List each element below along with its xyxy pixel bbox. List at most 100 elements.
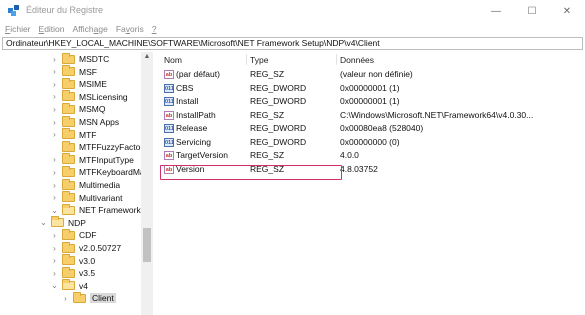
tree-item-label: MSIME [79,79,107,90]
chevron-right-icon[interactable]: › [50,67,59,76]
binary-value-icon: 011 [164,97,174,106]
tree-item[interactable]: › MSF [50,65,97,78]
maximize-button[interactable]: ☐ [514,0,550,22]
chevron-right-icon[interactable]: › [50,92,59,101]
value-row[interactable]: 011 Servicing REG_DWORD 0x00000000 (0) [156,136,585,149]
value-data: 4.0.0 [340,150,359,160]
chevron-right-icon[interactable]: › [50,155,59,164]
tree-item-label: MTF [79,129,97,140]
chevron-right-icon[interactable]: › [50,118,59,127]
tree-item-label: v4 [79,280,88,291]
tree-item[interactable]: › MSIME [50,77,107,90]
folder-icon [62,128,75,140]
tree-item-label: Multivariant [79,192,123,203]
menu-help[interactable]: ? [152,24,157,34]
value-name: Release [176,123,208,133]
tree-item-label: MSF [79,66,97,77]
column-divider[interactable] [246,54,247,65]
value-data: 0x00000001 (1) [340,96,400,106]
chevron-down-icon[interactable]: ⌄ [50,281,59,290]
chevron-down-icon[interactable]: ⌄ [50,206,59,215]
folder-icon [62,191,75,203]
chevron-right-icon[interactable]: › [50,80,59,89]
folder-icon [62,203,75,215]
scroll-up-icon[interactable]: ▲ [141,52,153,62]
tree-item[interactable]: › MTF [50,128,97,141]
tree-item[interactable]: › MSN Apps [50,115,120,128]
chevron-right-icon[interactable]: › [50,244,59,253]
scroll-thumb[interactable] [143,228,151,262]
chevron-right-icon[interactable]: › [50,130,59,139]
minimize-button[interactable]: — [478,0,514,22]
chevron-right-icon[interactable]: › [50,231,59,240]
tree-item[interactable]: › MTFInputType [50,153,134,166]
tree-item-label: v3.5 [79,268,96,279]
tree-item-label: Multimedia [79,180,121,190]
value-row[interactable]: 011 Install REG_DWORD 0x00000001 (1) [156,95,585,108]
tree-item[interactable]: ⌄ v4 [50,279,88,292]
tree-scrollbar[interactable]: ▲ [141,52,153,315]
tree-item[interactable]: MTFFuzzyFactors [50,140,148,153]
value-row[interactable]: ab TargetVersion REG_SZ 4.0.0 [156,149,585,162]
chevron-right-icon[interactable]: › [50,105,59,114]
menu-edition[interactable]: Edition [39,24,65,34]
tree-item[interactable]: › MSDTC [50,52,110,65]
tree-item[interactable]: › MTFKeyboardMa [50,165,145,178]
folder-icon [62,228,75,240]
folder-icon [62,178,75,190]
menu-bar: Fichier Edition Affichage Favoris ? [0,22,585,36]
string-value-icon: ab [164,70,174,79]
tree-item[interactable]: › CDF [50,228,96,241]
value-name: TargetVersion [176,150,228,160]
value-row[interactable]: ab (par défaut) REG_SZ (valeur non définie) [156,68,585,81]
menu-affichage[interactable]: Affichage [73,24,108,34]
chevron-right-icon[interactable]: › [50,168,59,177]
value-data: (valeur non définie) [340,69,413,79]
value-row[interactable]: 011 CBS REG_DWORD 0x00000001 (1) [156,82,585,95]
chevron-right-icon[interactable]: › [50,256,59,265]
values-list: Nom Type Données ab (par défaut) REG_SZ (va… [156,52,585,315]
tree-item-label: MSN Apps [79,117,120,127]
tree-item[interactable]: › MSMQ [50,102,105,115]
value-row[interactable]: 011 Release REG_DWORD 0x00080ea8 (528040) [156,122,585,135]
tree-item-label: NET Framework S [79,205,149,216]
value-data: 4.8.03752 [340,163,378,174]
value-row[interactable]: ab InstallPath REG_SZ C:\Windows\Microsoft.… [156,109,585,122]
close-button[interactable]: ✕ [549,0,585,22]
chevron-right-icon[interactable]: › [61,294,70,303]
chevron-right-icon[interactable]: › [50,269,59,278]
chevron-down-icon[interactable]: ⌄ [39,218,48,227]
binary-value-icon: 011 [164,83,174,93]
tree-item[interactable]: › v2.0.50727 [50,241,121,254]
tree-item[interactable]: › Client [61,291,116,304]
folder-icon [51,216,64,228]
chevron-right-icon[interactable]: › [50,181,59,190]
tree-item-label: MSDTC [79,54,110,64]
value-name: Servicing [176,136,211,147]
chevron-right-icon[interactable]: › [50,55,59,64]
string-value-icon: ab [164,151,174,160]
column-divider[interactable] [336,54,337,65]
column-header-data[interactable]: Données [340,55,374,65]
tree-item[interactable]: ⌄ NDP [39,216,86,229]
menu-favoris[interactable]: Favoris [116,24,144,34]
tree-item-label: v3.0 [79,255,96,266]
value-type: REG_SZ [250,150,285,160]
tree-item[interactable]: › MSLicensing [50,90,128,103]
address-bar[interactable]: Ordinateur\HKEY_LOCAL_MACHINE\SOFTWARE\M… [2,37,583,50]
value-type: REG_DWORD [250,123,307,133]
tree-item[interactable]: › Multimedia [50,178,121,191]
value-data: 0x00000001 (1) [340,82,400,93]
tree-item[interactable]: › Multivariant [50,191,123,204]
menu-fichier[interactable]: Fichier [5,24,31,34]
tree-item[interactable]: ⌄ NET Framework S [50,203,149,216]
folder-icon [62,77,75,89]
tree-item-label: Client [90,293,116,304]
tree-item[interactable]: › v3.0 [50,254,96,267]
tree-item[interactable]: › v3.5 [50,266,96,279]
chevron-right-icon[interactable]: › [50,193,59,202]
column-header-name[interactable]: Nom [164,55,182,65]
registry-tree: › MSDTC › MSF › MSIME › MSLicensing › MSMQ › MSN Ap… [2,52,153,315]
tree-item-label: MTFFuzzyFactors [79,142,148,153]
column-header-type[interactable]: Type [250,55,268,65]
